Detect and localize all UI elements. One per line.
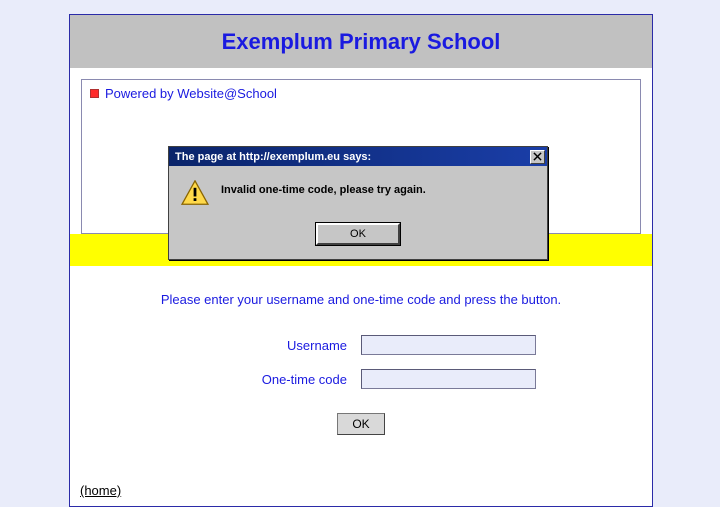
dialog-close-button[interactable] bbox=[530, 150, 545, 164]
username-field[interactable] bbox=[361, 335, 536, 355]
code-label: One-time code bbox=[70, 372, 361, 387]
dialog-ok-button[interactable]: OK bbox=[316, 223, 400, 245]
bullet-icon bbox=[90, 89, 99, 98]
main-panel: Exemplum Primary School Powered by Websi… bbox=[69, 14, 653, 507]
header-bar: Exemplum Primary School bbox=[70, 15, 652, 68]
one-time-code-field[interactable] bbox=[361, 369, 536, 389]
code-field-wrap bbox=[361, 369, 652, 389]
submit-row: OK bbox=[70, 413, 652, 435]
submit-button[interactable]: OK bbox=[337, 413, 384, 435]
dialog-titlebar: The page at http://exemplum.eu says: bbox=[169, 147, 547, 166]
username-label: Username bbox=[70, 338, 361, 353]
login-form: Username One-time code OK bbox=[70, 335, 652, 435]
username-field-wrap bbox=[361, 335, 652, 355]
page-title: Exemplum Primary School bbox=[222, 29, 501, 55]
instructions-text: Please enter your username and one-time … bbox=[70, 292, 652, 307]
dialog-title-text: The page at http://exemplum.eu says: bbox=[175, 151, 371, 163]
home-link[interactable]: (home) bbox=[80, 483, 121, 498]
powered-by-link[interactable]: Powered by Website@School bbox=[105, 86, 277, 101]
warning-icon bbox=[181, 180, 209, 209]
dialog-actions: OK bbox=[169, 215, 547, 259]
alert-dialog: The page at http://exemplum.eu says: Inv… bbox=[168, 146, 548, 260]
powered-row: Powered by Website@School bbox=[90, 86, 632, 101]
dialog-message: Invalid one-time code, please try again. bbox=[221, 180, 426, 196]
close-icon bbox=[533, 152, 542, 161]
dialog-body: Invalid one-time code, please try again. bbox=[169, 166, 547, 215]
